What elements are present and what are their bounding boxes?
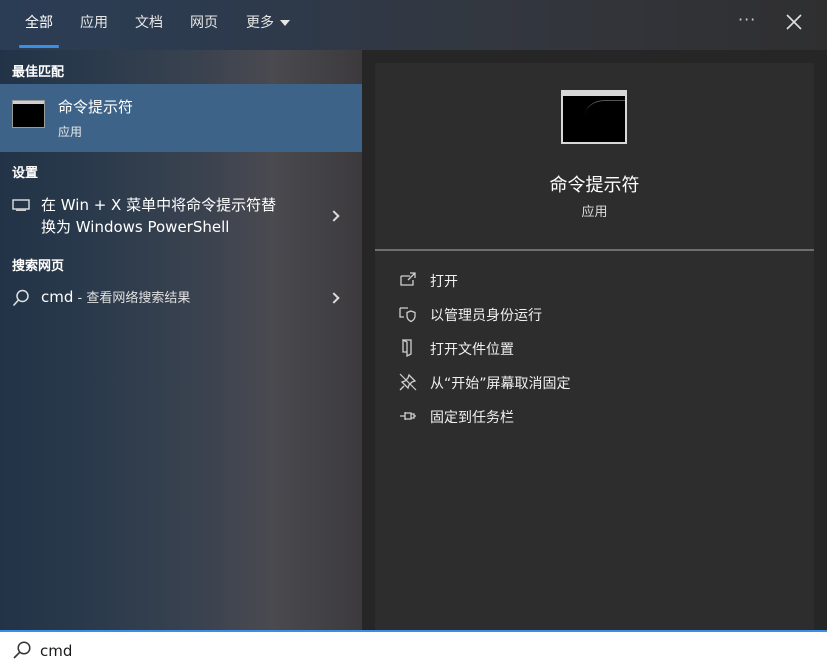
tab-apps[interactable]: 应用 [72, 0, 116, 50]
results-pane: 最佳匹配 命令提示符 应用 设置 在 Win + X 菜单中将命令提示符替 换为… [0, 50, 362, 630]
web-result-suffix: - 查看网络搜索结果 [73, 291, 191, 306]
folder-icon [402, 339, 412, 357]
web-search-heading: 搜索网页 [12, 259, 65, 274]
detail-title: 命令提示符 [549, 175, 640, 196]
action-run-as-admin-label: 以管理员身份运行 [430, 308, 542, 324]
tab-web-label: 网页 [190, 15, 218, 31]
best-match-subtitle: 应用 [58, 125, 83, 139]
shield-icon [399, 307, 416, 323]
search-icon [12, 289, 29, 307]
top-bar: 全部 应用 文档 网页 更多 ··· [0, 0, 827, 50]
tab-all[interactable]: 全部 [16, 0, 62, 50]
tab-documents[interactable]: 文档 [127, 0, 171, 50]
settings-result-line2: 换为 Windows PowerShell [41, 218, 230, 236]
action-pin-taskbar-label: 固定到任务栏 [430, 410, 514, 426]
web-result-query: cmd [41, 288, 74, 306]
unpin-icon [399, 373, 417, 391]
divider [375, 249, 814, 251]
search-window: 全部 应用 文档 网页 更多 ··· 最佳匹配 命令提示符 应用 设置 在 Wi… [0, 0, 827, 669]
tab-apps-label: 应用 [80, 15, 108, 31]
settings-result-text: 在 Win + X 菜单中将命令提示符替 换为 Windows PowerShe… [41, 194, 276, 238]
tab-more[interactable]: 更多 [240, 0, 296, 50]
icon-glare [585, 100, 625, 130]
tab-more-label: 更多 [246, 15, 274, 31]
tab-web[interactable]: 网页 [182, 0, 226, 50]
search-input[interactable] [40, 636, 800, 666]
more-options-button[interactable]: ··· [738, 10, 756, 29]
chevron-right-icon [328, 292, 340, 304]
pin-icon [400, 412, 416, 420]
action-unpin-start-label: 从“开始”屏幕取消固定 [430, 376, 571, 392]
command-prompt-large-icon [561, 90, 627, 144]
web-result-item[interactable]: cmd - 查看网络搜索结果 [0, 286, 362, 312]
best-match-item[interactable]: 命令提示符 应用 [0, 84, 362, 152]
settings-result-line1: 在 Win + X 菜单中将命令提示符替 [41, 196, 277, 214]
open-icon [400, 272, 416, 286]
chevron-right-icon [328, 210, 340, 222]
tab-documents-label: 文档 [135, 15, 163, 31]
best-match-heading: 最佳匹配 [12, 65, 65, 80]
command-prompt-icon [12, 100, 45, 128]
search-bar [0, 630, 827, 669]
settings-result-item[interactable]: 在 Win + X 菜单中将命令提示符替 换为 Windows PowerShe… [0, 194, 362, 238]
settings-heading: 设置 [12, 166, 39, 181]
tab-all-label: 全部 [25, 15, 53, 31]
action-open-label: 打开 [430, 274, 458, 290]
best-match-title: 命令提示符 [58, 98, 134, 116]
detail-pane: 命令提示符 应用 打开 以管理员身份运行 打开文件位置 从“开始”屏幕取消固定 … [362, 50, 827, 630]
web-result-text: cmd - 查看网络搜索结果 [41, 287, 190, 306]
close-icon [786, 14, 802, 30]
display-icon [12, 199, 30, 211]
close-button[interactable] [782, 8, 806, 36]
detail-card: 命令提示符 应用 打开 以管理员身份运行 打开文件位置 从“开始”屏幕取消固定 … [375, 63, 814, 630]
chevron-down-icon [280, 20, 290, 26]
detail-subtitle: 应用 [581, 205, 608, 220]
action-open-file-location-label: 打开文件位置 [430, 342, 514, 358]
search-icon [13, 641, 31, 659]
